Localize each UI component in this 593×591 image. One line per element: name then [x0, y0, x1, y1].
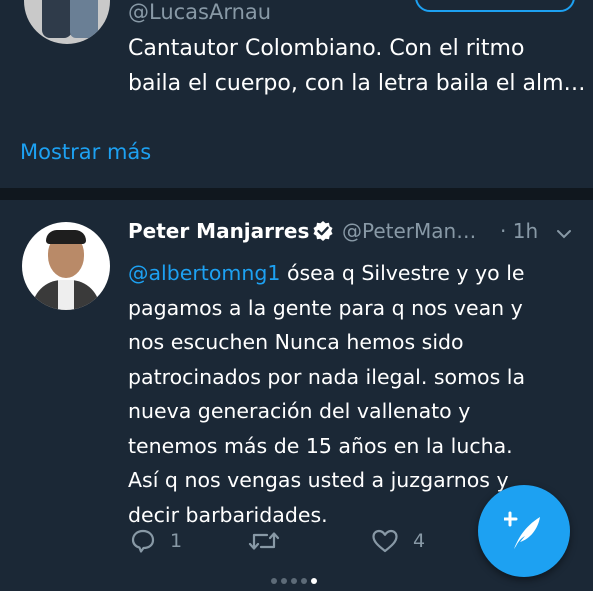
bio-text-line: baila el cuerpo, con la letra baila el a… — [128, 71, 586, 96]
retweet-icon — [248, 532, 280, 550]
reply-button[interactable]: 1 — [130, 528, 190, 556]
page-dot[interactable] — [281, 578, 287, 584]
tweet-text-line: nueva generación del vallenato y — [128, 399, 471, 423]
tweet-header: Peter Manjarres @PeterMan… · 1h — [128, 219, 578, 247]
tweet-text-line: tenemos más de 15 años en la lucha. — [128, 433, 513, 458]
section-separator — [0, 188, 593, 200]
bio-text-line: Cantautor Colombiano. Con el ritmo — [128, 36, 525, 61]
compose-tweet-button[interactable] — [478, 485, 570, 577]
avatar-figure — [42, 0, 72, 38]
avatar-figure — [58, 280, 74, 310]
page-dot-active[interactable] — [311, 578, 317, 584]
page-dot[interactable] — [301, 578, 307, 584]
like-button[interactable]: 4 — [371, 528, 431, 556]
user-handle[interactable]: @LucasArnau — [128, 0, 271, 24]
page-indicator — [271, 578, 331, 586]
show-more-row[interactable]: Mostrar más — [0, 118, 593, 188]
heart-icon — [372, 529, 398, 553]
like-count: 4 — [413, 530, 426, 552]
avatar-figure — [46, 230, 86, 244]
tweet-timestamp[interactable]: · 1h — [500, 219, 538, 243]
page-dot[interactable] — [271, 578, 277, 584]
compose-tweet-icon — [504, 511, 540, 549]
author-name[interactable]: Peter Manjarres — [128, 219, 309, 243]
page-dot[interactable] — [291, 578, 297, 584]
author-handle[interactable]: @PeterMan… — [342, 219, 476, 243]
tweet-text-line: @albertomng1 ósea q Silvestre y yo le — [128, 261, 525, 285]
follow-button[interactable] — [415, 0, 575, 12]
previous-tweet-card[interactable]: @LucasArnau Cantautor Colombiano. Con el… — [0, 0, 593, 118]
tweet-text-line: nos escuchen Nunca hemos sido — [128, 330, 464, 354]
avatar[interactable] — [22, 222, 110, 310]
reply-count: 1 — [170, 530, 183, 552]
avatar[interactable] — [24, 0, 110, 44]
avatar-figure — [70, 0, 98, 38]
mention-link[interactable]: @albertomng1 — [128, 261, 280, 285]
verified-badge-icon — [312, 220, 334, 242]
tweet-text-line: patrocinados por nada ilegal. somos la — [128, 364, 526, 389]
retweet-button[interactable] — [248, 528, 288, 556]
tweet-text-line: pagamos a la gente para q nos vean y — [128, 295, 523, 320]
reply-icon — [131, 529, 155, 553]
show-more-link[interactable]: Mostrar más — [20, 140, 151, 164]
chevron-down-icon[interactable] — [556, 225, 572, 239]
